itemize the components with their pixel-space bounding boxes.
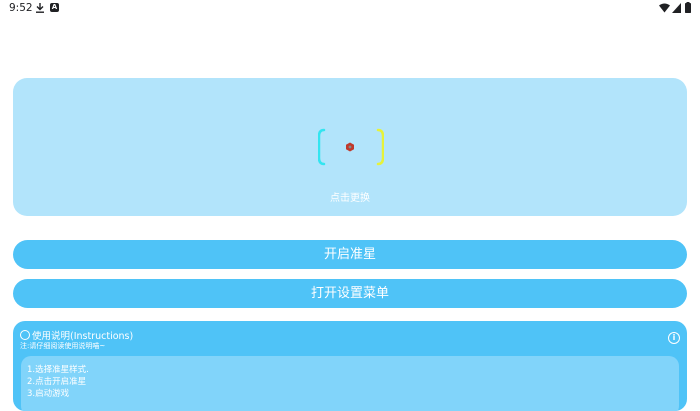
- app-notification-icon: A: [50, 3, 59, 12]
- download-icon: [36, 3, 44, 13]
- instructions-title: 使用说明(Instructions): [20, 328, 133, 342]
- instructions-note: 注:请仔细阅读使用说明喵~: [20, 342, 106, 350]
- instruction-step: 2.点击开启准星: [27, 377, 87, 387]
- instruction-step: 1.选择准星样式.: [27, 365, 89, 375]
- instructions-card: 使用说明(Instructions) 注:请仔细阅读使用说明喵~ i 1.选择准…: [13, 321, 687, 411]
- instructions-body: 1.选择准星样式. 2.点击开启准星 3.启动游戏: [21, 356, 679, 411]
- change-crosshair-label[interactable]: 点击更换: [0, 189, 700, 204]
- battery-icon: [685, 2, 691, 13]
- crosshair-preview-icon[interactable]: [318, 128, 384, 166]
- status-bar: 9:52 A: [0, 0, 700, 16]
- clock-icon: [20, 330, 30, 340]
- signal-icon: [672, 3, 681, 13]
- info-icon[interactable]: i: [668, 332, 680, 344]
- start-crosshair-button[interactable]: 开启准星: [13, 240, 687, 269]
- status-time: 9:52: [9, 2, 33, 14]
- wifi-icon: [659, 3, 670, 13]
- open-settings-menu-button[interactable]: 打开设置菜单: [13, 279, 687, 308]
- instruction-step: 3.启动游戏: [27, 389, 70, 399]
